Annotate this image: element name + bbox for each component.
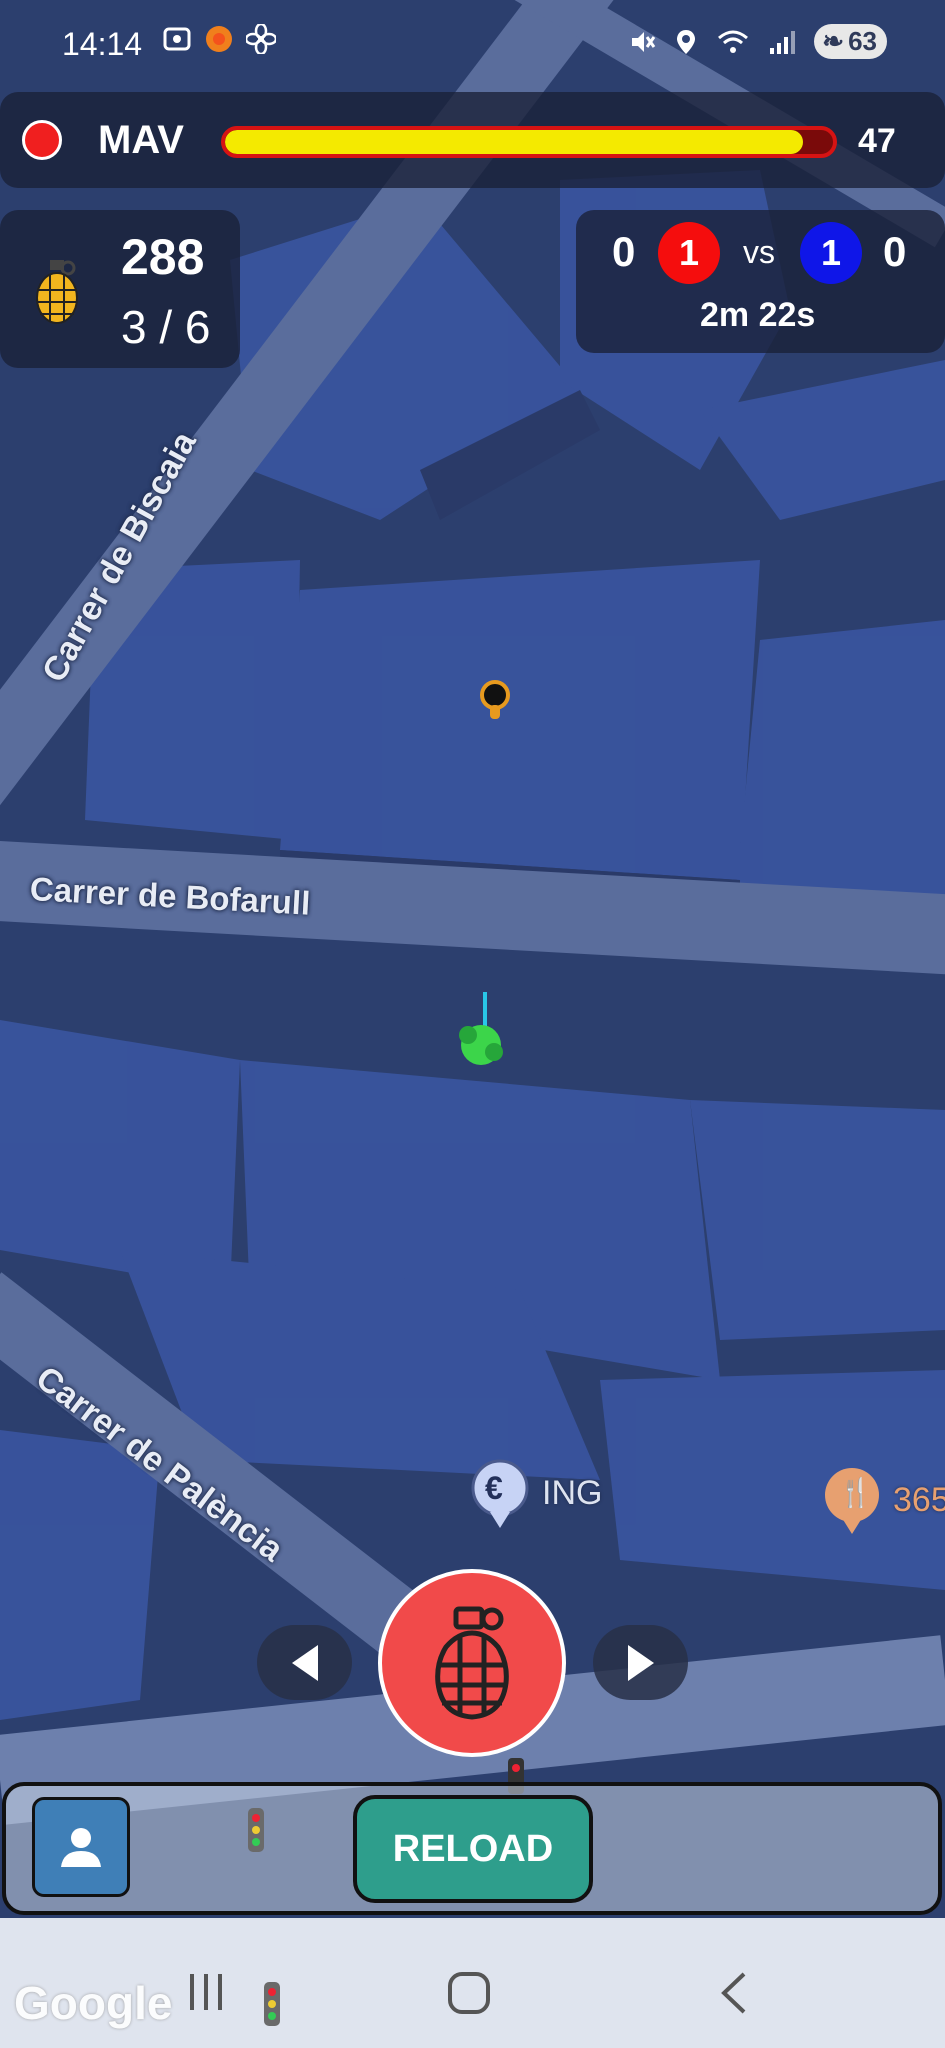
status-bar: 14:14 ❧ 63 <box>0 0 945 92</box>
location-icon <box>677 29 696 54</box>
chevron-left-icon <box>291 1644 318 1681</box>
health-value: 47 <box>858 122 896 160</box>
previous-weapon-button[interactable] <box>257 1625 352 1700</box>
red-team-score: 0 <box>612 228 636 275</box>
ammo-total: 288 <box>121 229 205 285</box>
ammo-clip: 3 / 6 <box>121 301 211 353</box>
reload-button[interactable]: RELOAD <box>353 1795 593 1903</box>
status-icons-right: ❧ 63 <box>628 24 887 59</box>
grenade-icon <box>36 260 78 324</box>
next-weapon-button[interactable] <box>593 1625 688 1700</box>
battery-icon: ❧ 63 <box>814 24 887 59</box>
wifi-icon <box>718 30 749 53</box>
versus-label: vs <box>743 234 775 270</box>
blue-team-score: 0 <box>883 228 907 275</box>
fan-icon <box>246 24 276 54</box>
health-bar-fill <box>225 130 803 154</box>
profile-button[interactable] <box>32 1797 130 1897</box>
back-icon[interactable] <box>716 1970 752 2016</box>
throw-grenade-button[interactable] <box>378 1569 566 1757</box>
traffic-light-icon-2 <box>248 1808 264 1852</box>
restaurant-icon: 🍴 <box>838 1477 873 1508</box>
red-team-players: 1 <box>658 222 720 284</box>
battery-leaf-icon: ❧ <box>822 26 845 56</box>
app-orange-icon <box>206 26 232 52</box>
chevron-right-icon <box>627 1644 654 1681</box>
home-icon[interactable] <box>446 1970 492 2016</box>
battery-level: 63 <box>848 26 877 56</box>
grenade-outline-icon <box>435 1606 509 1720</box>
poi-label-bank: ING <box>542 1474 603 1512</box>
euro-icon: € <box>485 1470 503 1506</box>
user-icon <box>61 1828 101 1867</box>
poi-label-restaurant: 365 <box>893 1481 945 1519</box>
traffic-light-icon-3 <box>264 1982 280 2026</box>
google-watermark: Google <box>14 1977 173 2029</box>
match-timer: 2m 22s <box>700 296 816 334</box>
mute-icon <box>632 31 656 52</box>
blue-team-players: 1 <box>800 222 862 284</box>
recent-apps-icon[interactable] <box>184 1970 228 2014</box>
screenshot-icon <box>163 27 191 51</box>
player-name: MAV <box>98 118 184 162</box>
system-navigation-bar: Google <box>0 1918 945 2048</box>
status-icons-left <box>162 24 276 54</box>
team-indicator-dot <box>22 120 62 160</box>
signal-icon <box>770 30 796 54</box>
health-bar <box>221 126 837 158</box>
status-time: 14:14 <box>62 26 143 62</box>
